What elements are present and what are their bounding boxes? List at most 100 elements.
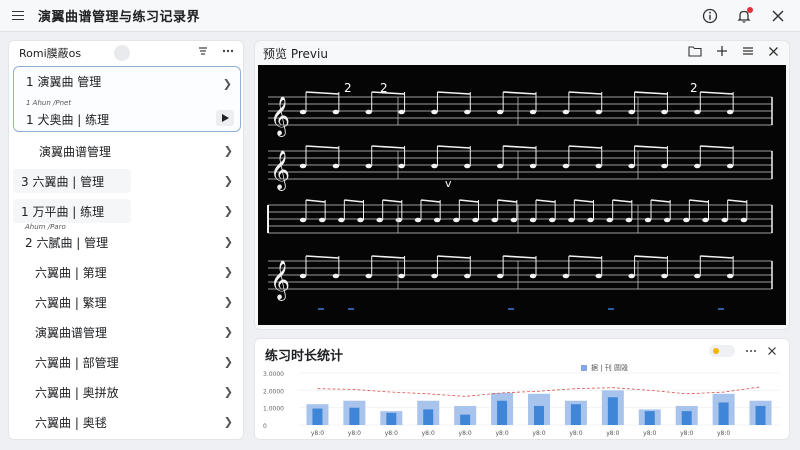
x-tick-label: y8:0 (385, 430, 398, 437)
note-head (694, 273, 701, 279)
x-tick-label: y8:0 (717, 430, 730, 437)
chevron-right-icon[interactable]: ❯ (224, 296, 233, 309)
beam (459, 199, 479, 203)
treble-clef: 𝄞 (270, 260, 290, 301)
note-head (595, 109, 602, 115)
list-icon[interactable] (742, 45, 754, 57)
preview-title: 预览 Previu (263, 46, 328, 61)
list-item-title: 2 六膩曲 | 管理 (25, 235, 109, 250)
chevron-right-icon[interactable]: ❯ (224, 145, 233, 158)
note-head (338, 217, 345, 223)
measure-number: 2 (690, 81, 698, 95)
score-canvas[interactable]: 𝄞 𝄞 𝄞 2 2 2 v (258, 65, 786, 325)
close-icon[interactable] (768, 6, 788, 26)
x-tick-label: y8:0 (495, 430, 508, 437)
beam (371, 145, 405, 149)
chevron-right-icon[interactable]: ❯ (223, 78, 232, 91)
chevron-right-icon[interactable]: ❯ (224, 175, 233, 188)
play-icon[interactable] (216, 110, 234, 126)
beam (503, 145, 537, 149)
folder-icon[interactable] (688, 45, 702, 57)
treble-clef: 𝄞 (270, 96, 290, 137)
chevron-right-icon[interactable]: ❯ (224, 205, 233, 218)
bar-practiced (607, 397, 618, 425)
note-head (365, 163, 372, 169)
list-item[interactable]: 2 六膩曲 | 管理 ❯ (13, 229, 241, 255)
app-title: 演翼曲谱管理与练习记录界 (38, 10, 201, 25)
avatar-placeholder (114, 45, 130, 61)
list-item-line2: 1 犬奥曲 | 练理 (26, 113, 110, 127)
note-head (721, 217, 728, 223)
x-tick-label: y8:0 (311, 430, 324, 437)
list-item[interactable]: 六翼曲 | 第理 ❯ (13, 259, 241, 285)
chevron-right-icon[interactable]: ❯ (224, 266, 233, 279)
beam (305, 255, 339, 259)
beam (727, 199, 747, 203)
bar-practiced (423, 409, 434, 425)
sheet-music: 𝄞 𝄞 𝄞 (267, 91, 773, 310)
note-head (529, 273, 537, 279)
bar-practiced (681, 411, 692, 425)
note-head (562, 273, 570, 279)
beam (305, 91, 339, 95)
more-icon[interactable] (745, 346, 757, 356)
beam (574, 199, 594, 203)
chevron-right-icon[interactable]: ❯ (224, 356, 233, 369)
list-panel-title: Romi膜蔽os (19, 47, 82, 60)
more-icon[interactable] (221, 45, 235, 57)
info-icon[interactable] (700, 6, 720, 26)
x-tick-label: y8:0 (532, 430, 545, 437)
note-head (595, 273, 602, 279)
bell-icon[interactable] (734, 6, 754, 26)
chevron-right-icon[interactable]: ❯ (224, 386, 233, 399)
close-stats-icon[interactable] (767, 346, 777, 356)
list-item-selected[interactable]: 1 演翼曲 管理 1 Ahun /Pnet 1 犬奥曲 | 练理 ❯ (13, 66, 241, 132)
note-head (332, 273, 340, 279)
note-head (661, 163, 668, 169)
toggle-switch[interactable] (709, 345, 735, 357)
note-head (299, 109, 307, 115)
note-head (529, 163, 537, 169)
note-head (464, 163, 471, 169)
note-head (414, 217, 422, 223)
chevron-right-icon[interactable]: ❯ (224, 416, 233, 429)
note-head (398, 163, 405, 169)
y-tick-label: 1.0000 (263, 406, 284, 413)
list-item-title: 演翼曲谱管理 (35, 325, 108, 340)
add-icon[interactable] (716, 45, 728, 57)
note-head (628, 273, 635, 279)
note-head (661, 109, 668, 115)
bar-practiced (718, 402, 729, 425)
list-item-title: 六翼曲 | 奥毬 (35, 415, 107, 430)
hamburger-menu-icon[interactable] (12, 10, 24, 21)
x-tick-label: y8:0 (569, 430, 582, 437)
list-item[interactable]: 六翼曲 | 奥拼放 ❯ (13, 379, 241, 405)
note-head (464, 109, 471, 115)
list-item[interactable]: 3 六翼曲 | 管理 (13, 169, 131, 193)
beam (420, 199, 441, 203)
chevron-right-icon[interactable]: ❯ (224, 236, 233, 249)
beam (689, 199, 709, 203)
sort-icon[interactable] (197, 45, 209, 57)
note-head (496, 273, 504, 279)
note-head (395, 217, 403, 223)
list-item[interactable]: 1 万平曲 | 练理 (13, 199, 131, 223)
bar-practiced (312, 408, 323, 425)
list-item[interactable]: 六翼曲 | 部管理 ❯ (13, 349, 241, 375)
bar-practiced (460, 414, 471, 425)
chevron-right-icon[interactable]: ❯ (224, 326, 233, 339)
x-tick-label: y8:0 (348, 430, 361, 437)
list-item[interactable]: 六翼曲 | 繁理 ❯ (13, 289, 241, 315)
note-head (332, 109, 340, 115)
list-item[interactable]: 演翼曲谱管理 ❯ (13, 137, 241, 165)
list-item[interactable]: 演翼曲谱管理 ❯ (13, 319, 241, 345)
close-preview-icon[interactable] (768, 46, 779, 57)
x-tick-label: y8:0 (643, 430, 656, 437)
list-item-title: 1 演翼曲 管理 (26, 75, 102, 89)
note-head (431, 163, 438, 169)
beam (437, 255, 471, 259)
list-item[interactable]: 六翼曲 | 奥毬 ❯ (13, 409, 241, 435)
beam (503, 91, 537, 95)
beam (700, 255, 734, 259)
beam (634, 255, 668, 259)
